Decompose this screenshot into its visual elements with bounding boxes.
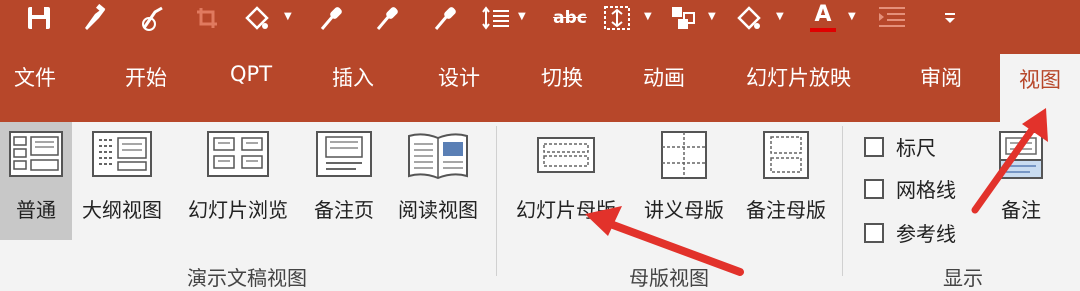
- notes-master-icon: [763, 131, 809, 179]
- strikethrough-icon[interactable]: abc: [550, 3, 590, 33]
- show-group-label: 显示: [943, 266, 983, 290]
- outline-view-button[interactable]: 大纲视图: [72, 122, 172, 240]
- handout-master-button[interactable]: 讲义母版: [634, 122, 734, 240]
- highlight-icon[interactable]: [872, 3, 912, 33]
- ribbon-tab-bar: 文件 开始 QPT 插入 设计 切换 动画 幻灯片放映 审阅 视图: [0, 38, 1080, 122]
- tab-animations[interactable]: 动画: [643, 62, 685, 92]
- reading-view-button[interactable]: 阅读视图: [388, 122, 488, 240]
- font-color-bar: [810, 28, 836, 32]
- quick-access-toolbar: ▼ ▼ abc ▼ ▼ ▼ A ▼: [0, 0, 1080, 38]
- tab-transitions[interactable]: 切换: [541, 62, 583, 92]
- shape-fill-icon[interactable]: [240, 3, 274, 33]
- shape-outline-dropdown-icon[interactable]: ▼: [776, 0, 784, 34]
- tab-view[interactable]: 视图: [1000, 54, 1080, 122]
- tab-insert[interactable]: 插入: [332, 62, 374, 92]
- notes-label: 备注: [1001, 198, 1041, 222]
- font-color-dropdown-icon[interactable]: ▼: [848, 0, 856, 34]
- gridlines-label: 网格线: [896, 178, 956, 202]
- slide-sorter-icon: [207, 131, 269, 177]
- guides-checkbox[interactable]: 参考线: [864, 218, 956, 247]
- text-box-dropdown-icon[interactable]: ▼: [644, 0, 652, 34]
- arrange-icon[interactable]: [666, 3, 700, 33]
- gridlines-checkbox-box[interactable]: [864, 178, 884, 199]
- save-icon[interactable]: [22, 3, 56, 33]
- normal-view-button[interactable]: 普通: [0, 122, 72, 240]
- crop-icon[interactable]: [192, 3, 222, 33]
- normal-view-icon: [9, 131, 63, 177]
- font-color-icon[interactable]: A: [806, 3, 840, 33]
- clear-format-icon[interactable]: [136, 3, 170, 33]
- ruler-label: 标尺: [896, 136, 936, 160]
- tab-home[interactable]: 开始: [125, 62, 167, 92]
- ruler-checkbox-box[interactable]: [864, 136, 884, 157]
- ruler-checkbox[interactable]: 标尺: [864, 132, 936, 161]
- slide-master-button[interactable]: 幻灯片母版: [500, 122, 632, 240]
- customize-qat-icon[interactable]: [940, 3, 960, 33]
- notes-page-label: 备注页: [314, 198, 374, 222]
- slide-master-label: 幻灯片母版: [516, 198, 616, 222]
- master-views-group-label: 母版视图: [629, 266, 709, 290]
- arrange-dropdown-icon[interactable]: ▼: [708, 0, 716, 34]
- ribbon-view: 普通 大纲视图 幻灯片浏览 备注页 阅读视图 演示文稿视图 幻灯片母版 讲义母版…: [0, 122, 1080, 290]
- reading-view-label: 阅读视图: [398, 198, 478, 222]
- tab-review[interactable]: 审阅: [920, 62, 962, 92]
- format-painter-icon[interactable]: [78, 3, 112, 33]
- notes-page-button[interactable]: 备注页: [304, 122, 384, 240]
- notes-master-button[interactable]: 备注母版: [736, 122, 836, 240]
- handout-master-label: 讲义母版: [644, 198, 724, 222]
- text-box-icon[interactable]: [598, 3, 636, 33]
- tab-qpt[interactable]: QPT: [230, 62, 272, 86]
- line-spacing-icon[interactable]: [478, 3, 514, 33]
- shape-outline-icon[interactable]: [732, 3, 766, 33]
- slide-master-icon: [537, 137, 595, 173]
- tab-file[interactable]: 文件: [14, 62, 56, 92]
- presentation-views-group-label: 演示文稿视图: [187, 266, 307, 290]
- tab-design[interactable]: 设计: [438, 62, 480, 92]
- eyedropper-icon[interactable]: [428, 3, 462, 33]
- outline-view-icon: [92, 131, 152, 177]
- outline-view-label: 大纲视图: [82, 198, 162, 222]
- eyedropper-icon[interactable]: [370, 3, 404, 33]
- guides-checkbox-box[interactable]: [864, 222, 884, 243]
- normal-view-label: 普通: [16, 198, 56, 222]
- notes-icon: [999, 131, 1043, 179]
- reading-view-icon: [408, 133, 468, 180]
- handout-master-icon: [661, 131, 707, 179]
- eyedropper-icon[interactable]: [314, 3, 348, 33]
- notes-button[interactable]: 备注: [984, 122, 1058, 240]
- group-divider: [842, 126, 843, 276]
- notes-page-icon: [316, 131, 372, 177]
- shape-fill-dropdown-icon[interactable]: ▼: [284, 0, 292, 34]
- slide-sorter-button[interactable]: 幻灯片浏览: [176, 122, 300, 240]
- guides-label: 参考线: [896, 222, 956, 246]
- slide-sorter-label: 幻灯片浏览: [188, 198, 288, 222]
- notes-master-label: 备注母版: [746, 198, 826, 222]
- gridlines-checkbox[interactable]: 网格线: [864, 174, 956, 203]
- tab-slide-show[interactable]: 幻灯片放映: [746, 62, 851, 92]
- group-divider: [496, 126, 497, 276]
- line-spacing-dropdown-icon[interactable]: ▼: [518, 0, 526, 34]
